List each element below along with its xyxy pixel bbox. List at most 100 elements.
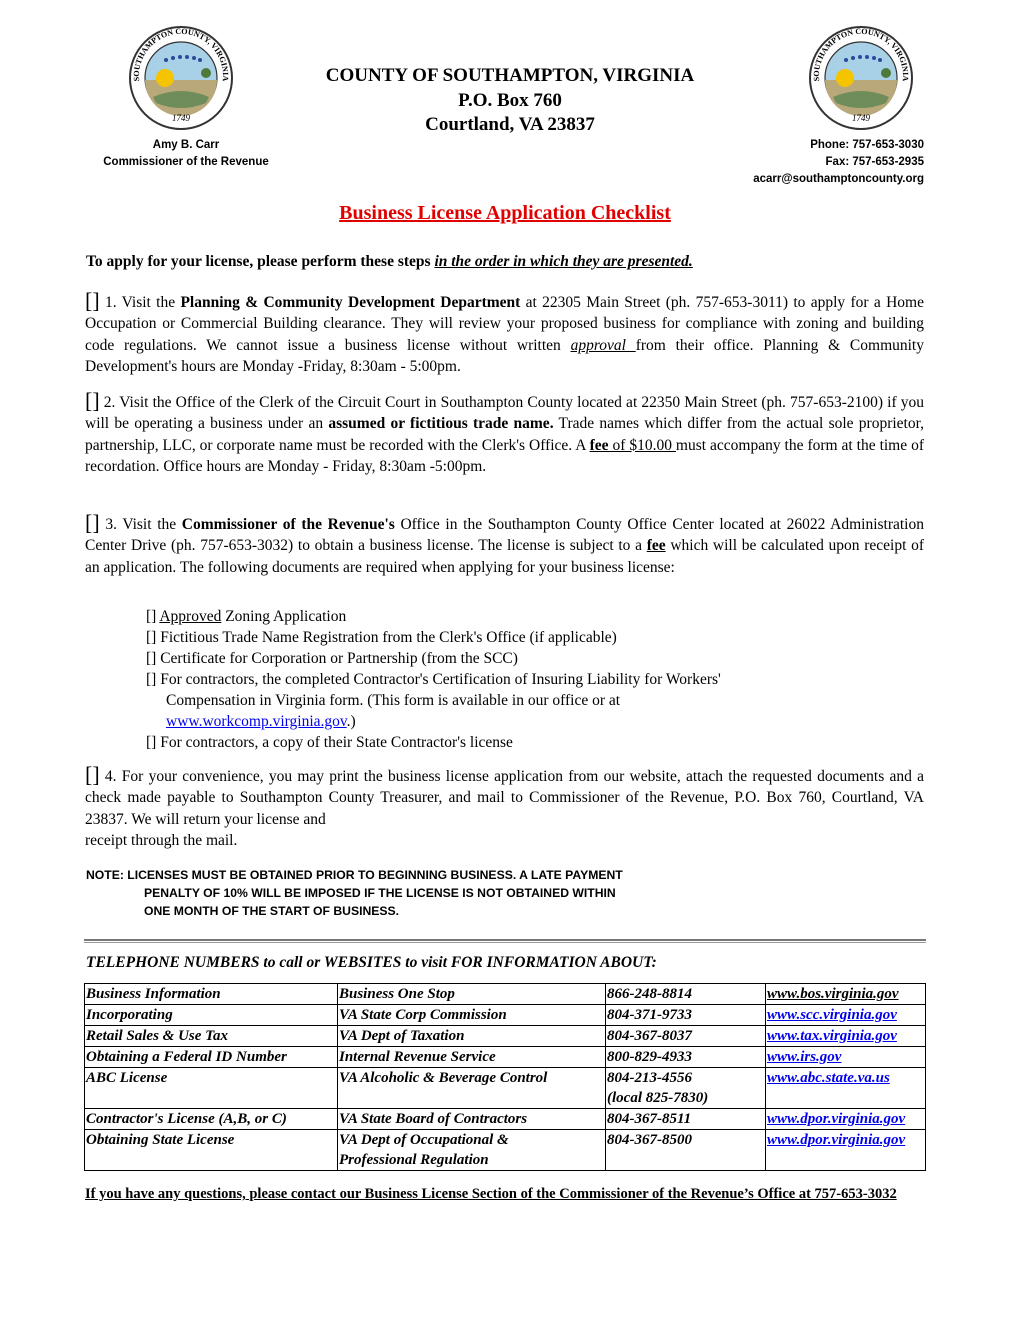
table-row: Contractor's License (A,B, or C) VA State… xyxy=(84,1108,926,1130)
website-link[interactable]: www.irs.gov xyxy=(767,1049,841,1065)
county-seal-right: 1749 SOUTHAMPTON COUNTY, VIRGINIA xyxy=(809,26,913,130)
checkbox-step-1[interactable]: [] xyxy=(85,288,100,313)
document-item-continuation: Compensation in Virginia form. (This for… xyxy=(166,692,621,709)
intro-emphasis: in the order in which they are presented… xyxy=(434,253,693,270)
step-4: [] 4. For your convenience, you may prin… xyxy=(85,764,924,851)
approved-text: Approved xyxy=(159,608,222,625)
approval-emphasis: approval xyxy=(570,336,636,354)
document-item[interactable]: [] Certificate for Corporation or Partne… xyxy=(146,648,906,669)
phone-cell: 804-213-4556 xyxy=(607,1070,692,1086)
table-row: Incorporating VA State Corp Commission 804… xyxy=(84,1004,926,1026)
phone-cell: 800-829-4933 xyxy=(607,1049,692,1065)
checkbox-glyph: [] xyxy=(146,650,161,667)
contacts-heading: TELEPHONE NUMBERS to call or WEBSITES to… xyxy=(86,954,657,971)
late-payment-note: NOTE: LICENSES MUST BE OBTAINED PRIOR TO… xyxy=(86,866,926,920)
intro-instructions: To apply for your license, please perfor… xyxy=(86,253,926,271)
website-link[interactable]: www.dpor.virginia.gov xyxy=(767,1111,905,1127)
fee-label: fee xyxy=(646,537,666,555)
step-bold: assumed or fictitious trade name. xyxy=(328,415,554,433)
item-text: Zoning Application xyxy=(221,608,347,625)
agency-cell: VA Dept of Occupational & xyxy=(339,1132,509,1148)
step-3: [] 3. Visit the Commissioner of the Reve… xyxy=(85,512,924,578)
checkbox-glyph: [] xyxy=(146,671,161,688)
fee-value: of $10.00 xyxy=(608,436,676,454)
topic-cell: Obtaining a Federal ID Number xyxy=(86,1049,287,1065)
city-address: Courtland, VA 23837 xyxy=(425,114,595,135)
phone-cell: 804-367-8500 xyxy=(607,1132,692,1148)
agency-cell: VA Alcoholic & Beverage Control xyxy=(339,1070,548,1086)
step-bold: Commissioner of the Revenue's xyxy=(181,516,395,533)
official-block: Amy B. Carr Commissioner of the Revenue xyxy=(86,137,286,171)
website-link[interactable]: www.bos.virginia.gov xyxy=(767,986,899,1002)
website-link[interactable]: www.dpor.virginia.gov xyxy=(767,1132,905,1148)
document-item[interactable]: [] For contractors, a copy of their Stat… xyxy=(146,732,906,753)
topic-cell: Incorporating xyxy=(86,1007,173,1023)
org-title: COUNTY OF SOUTHAMPTON, VIRGINIA xyxy=(325,65,695,86)
county-seal-left: 1749 SOUTHAMPTON COUNTY, VIRGINIA xyxy=(129,26,233,130)
checkbox-step-2[interactable]: [] xyxy=(85,388,100,413)
step-text: 1. Visit the xyxy=(99,294,181,311)
document-item[interactable]: [] For contractors, the completed Contra… xyxy=(146,669,906,690)
phone-cell-line2: (local 825-7830) xyxy=(607,1090,709,1106)
agency-cell: VA Dept of Taxation xyxy=(339,1028,465,1044)
website-link[interactable]: www.tax.virginia.gov xyxy=(767,1028,897,1044)
seal-year: 1749 xyxy=(852,113,871,123)
step-bold: Planning & Community Development Departm… xyxy=(180,294,521,311)
seal-year: 1749 xyxy=(172,113,191,123)
note-line: ONE MONTH OF THE START OF BUSINESS. xyxy=(144,904,400,918)
separator-rule xyxy=(84,939,926,941)
website-link[interactable]: www.abc.state.va.us xyxy=(767,1070,890,1086)
required-documents-list: [] Approved Zoning Application [] Fictit… xyxy=(146,606,906,753)
phone-cell: 804-367-8037 xyxy=(607,1028,692,1044)
note-line: PENALTY OF 10% WILL BE IMPOSED IF THE LI… xyxy=(144,886,616,900)
phone-cell: 804-371-9733 xyxy=(607,1007,692,1023)
topic-cell: Obtaining State License xyxy=(86,1132,235,1148)
table-row: ABC License VA Alcoholic & Beverage Contr… xyxy=(84,1067,926,1109)
separator-rule xyxy=(84,942,926,943)
agency-cell: VA State Board of Contractors xyxy=(339,1111,528,1127)
email[interactable]: acarr@southamptoncounty.org xyxy=(664,171,924,188)
official-name: Amy B. Carr xyxy=(152,139,220,151)
contacts-table: Business Information Business One Stop 866… xyxy=(84,983,926,1171)
fee-label: fee xyxy=(589,436,609,454)
topic-cell: Business Information xyxy=(86,986,221,1002)
topic-cell: Contractor's License (A,B, or C) xyxy=(86,1111,287,1127)
topic-cell: Retail Sales & Use Tax xyxy=(86,1028,228,1044)
checkbox-glyph: [] xyxy=(146,629,161,646)
checkbox-glyph: [] xyxy=(146,608,160,625)
footer-contact-note: If you have any questions, please contac… xyxy=(85,1186,897,1202)
step-text: 3. Visit the xyxy=(99,516,182,533)
document-item[interactable]: [] Approved Zoning Application xyxy=(146,606,906,627)
step-text: receipt through the mail. xyxy=(85,831,238,849)
table-row: Retail Sales & Use Tax VA Dept of Taxatio… xyxy=(84,1025,926,1047)
note-line: NOTE: LICENSES MUST BE OBTAINED PRIOR TO… xyxy=(86,868,623,882)
fax: Fax: 757-653-2935 xyxy=(825,156,924,168)
website-link[interactable]: www.scc.virginia.gov xyxy=(767,1007,897,1023)
intro-text: To apply for your license, please perfor… xyxy=(86,253,435,270)
checkbox-step-4[interactable]: [] xyxy=(85,762,100,787)
topic-cell: ABC License xyxy=(86,1070,168,1086)
step-1: [] 1. Visit the Planning & Community Dev… xyxy=(85,290,924,377)
step-2: [] 2. Visit the Office of the Clerk of t… xyxy=(85,390,924,477)
document-title: Business License Application Checklist xyxy=(339,202,671,224)
item-text: For contractors, the completed Contracto… xyxy=(160,671,721,688)
item-text: Certificate for Corporation or Partnersh… xyxy=(160,650,518,667)
table-row: Obtaining a Federal ID Number Internal Re… xyxy=(84,1046,926,1068)
phone-cell: 804-367-8511 xyxy=(607,1111,692,1127)
agency-cell: Internal Revenue Service xyxy=(339,1049,496,1065)
agency-cell: VA State Corp Commission xyxy=(339,1007,507,1023)
checkbox-step-3[interactable]: [] xyxy=(85,510,100,535)
agency-cell: Business One Stop xyxy=(339,986,455,1002)
official-title: Commissioner of the Revenue xyxy=(103,156,269,168)
checkbox-glyph: [] xyxy=(146,734,161,751)
table-row: Business Information Business One Stop 866… xyxy=(84,983,926,1005)
contact-block: Phone: 757-653-3030 Fax: 757-653-2935 ac… xyxy=(664,137,924,188)
item-text: For contractors, a copy of their State C… xyxy=(160,734,513,751)
item-text: .) xyxy=(346,713,356,730)
document-item[interactable]: [] Fictitious Trade Name Registration fr… xyxy=(146,627,906,648)
phone-cell: 866-248-8814 xyxy=(607,986,692,1002)
po-box: P.O. Box 760 xyxy=(458,90,562,111)
step-text: 4. For your convenience, you may print t… xyxy=(85,768,924,828)
document-item-continuation: www.workcomp.virginia.gov.) xyxy=(146,711,906,732)
workcomp-link[interactable]: www.workcomp.virginia.gov xyxy=(166,713,347,730)
